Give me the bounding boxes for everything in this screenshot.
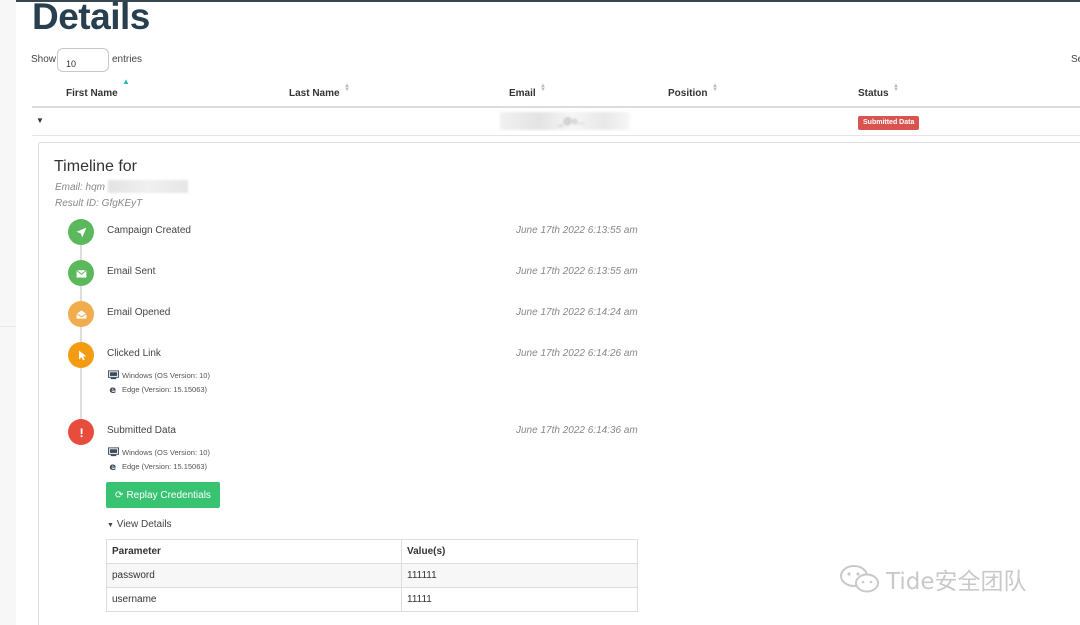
timeline-title: Timeline for <box>54 158 137 175</box>
table-row-divider <box>32 135 1080 136</box>
event-label: Submitted Data <box>107 425 176 436</box>
event-label: Clicked Link <box>107 348 161 359</box>
event-time: June 17th 2022 6:14:26 am <box>516 348 638 359</box>
event-time: June 17th 2022 6:13:55 am <box>516 266 638 277</box>
windows-icon <box>108 447 119 457</box>
sort-icon[interactable]: ▲ ▼ <box>540 83 546 93</box>
exclamation-icon <box>68 419 94 445</box>
browser-text: Edge (Version: 15.15063) <box>122 461 208 471</box>
edge-icon: e <box>109 385 116 394</box>
page-size-select[interactable]: 10 <box>57 48 109 72</box>
browser-text: Edge (Version: 15.15063) <box>122 384 208 394</box>
value-cell: 111111 <box>401 563 638 588</box>
event-time: June 17th 2022 6:14:24 am <box>516 307 638 318</box>
envelope-open-icon <box>68 301 94 327</box>
page-title: Details <box>32 0 150 37</box>
top-rule <box>0 0 1080 2</box>
table-row: password 111111 <box>106 563 638 588</box>
value-cell: 11111 <box>401 587 638 612</box>
os-info: Windows (OS Version: 10) <box>108 447 210 457</box>
entries-label: entries <box>112 54 143 65</box>
parameter-cell: password <box>106 563 402 588</box>
column-header-first-name[interactable]: First Name <box>66 88 118 99</box>
email-fragment: _@o... <box>558 116 585 126</box>
parameter-cell: username <box>106 587 402 612</box>
replay-label: Replay Credentials <box>126 489 211 501</box>
sort-icon[interactable]: ▲ ▼ <box>712 83 718 93</box>
event-time: June 17th 2022 6:14:36 am <box>516 425 638 436</box>
status-badge: Submitted Data <box>858 116 920 130</box>
replay-credentials-button[interactable]: ⟳ Replay Credentials <box>106 482 220 508</box>
parameter-header: Parameter <box>106 539 402 564</box>
timeline-email: Email: hqm <box>55 182 106 193</box>
event-label: Email Sent <box>107 266 156 277</box>
column-header-last-name[interactable]: Last Name <box>289 88 340 99</box>
caret-down-icon: ▼ <box>107 522 114 529</box>
search-label: Se <box>1071 54 1080 65</box>
left-gutter <box>0 0 16 625</box>
event-label: Campaign Created <box>107 225 191 236</box>
svg-text:e: e <box>109 385 116 394</box>
column-header-email[interactable]: Email <box>509 88 536 99</box>
table-header-divider <box>32 106 1080 108</box>
row-expand-caret-icon[interactable]: ▼ <box>36 116 44 125</box>
edge-icon: e <box>109 462 116 471</box>
redacted-email: _@o... <box>500 112 630 130</box>
gutter-divider <box>0 326 16 327</box>
table-row: username 11111 <box>106 587 638 612</box>
rocket-icon <box>68 219 94 245</box>
submitted-data-table: Parameter Value(s) password 111111 usern… <box>106 539 638 612</box>
sort-asc-icon[interactable]: ▲ <box>122 78 130 86</box>
event-label: Email Opened <box>107 307 171 318</box>
envelope-icon <box>68 260 94 286</box>
event-time: June 17th 2022 6:13:55 am <box>516 225 638 236</box>
browser-info: e Edge (Version: 15.15063) <box>108 461 208 472</box>
os-text: Windows (OS Version: 10) <box>122 370 210 380</box>
sort-icon[interactable]: ▲ ▼ <box>344 83 350 93</box>
timeline-result-id: Result ID: GfgKEyT <box>55 198 143 209</box>
view-details-label: View Details <box>116 519 172 530</box>
sort-icon[interactable]: ▲ ▼ <box>893 83 899 93</box>
refresh-icon: ⟳ <box>115 489 124 501</box>
os-info: Windows (OS Version: 10) <box>108 370 210 380</box>
cursor-icon <box>68 342 94 368</box>
svg-text:e: e <box>109 462 116 471</box>
watermark-text: Tide安全团队 <box>886 569 1027 595</box>
wechat-icon <box>840 565 879 593</box>
column-header-position[interactable]: Position <box>668 88 707 99</box>
show-label: Show <box>31 54 57 65</box>
os-text: Windows (OS Version: 10) <box>122 447 210 457</box>
view-details-toggle[interactable]: ▼ View Details <box>107 519 172 530</box>
windows-icon <box>108 370 119 380</box>
browser-info: e Edge (Version: 15.15063) <box>108 384 208 395</box>
watermark: Tide安全团队 <box>838 562 1026 596</box>
column-header-status[interactable]: Status <box>858 88 889 99</box>
values-header: Value(s) <box>401 539 638 564</box>
redacted-email-meta <box>108 180 188 193</box>
